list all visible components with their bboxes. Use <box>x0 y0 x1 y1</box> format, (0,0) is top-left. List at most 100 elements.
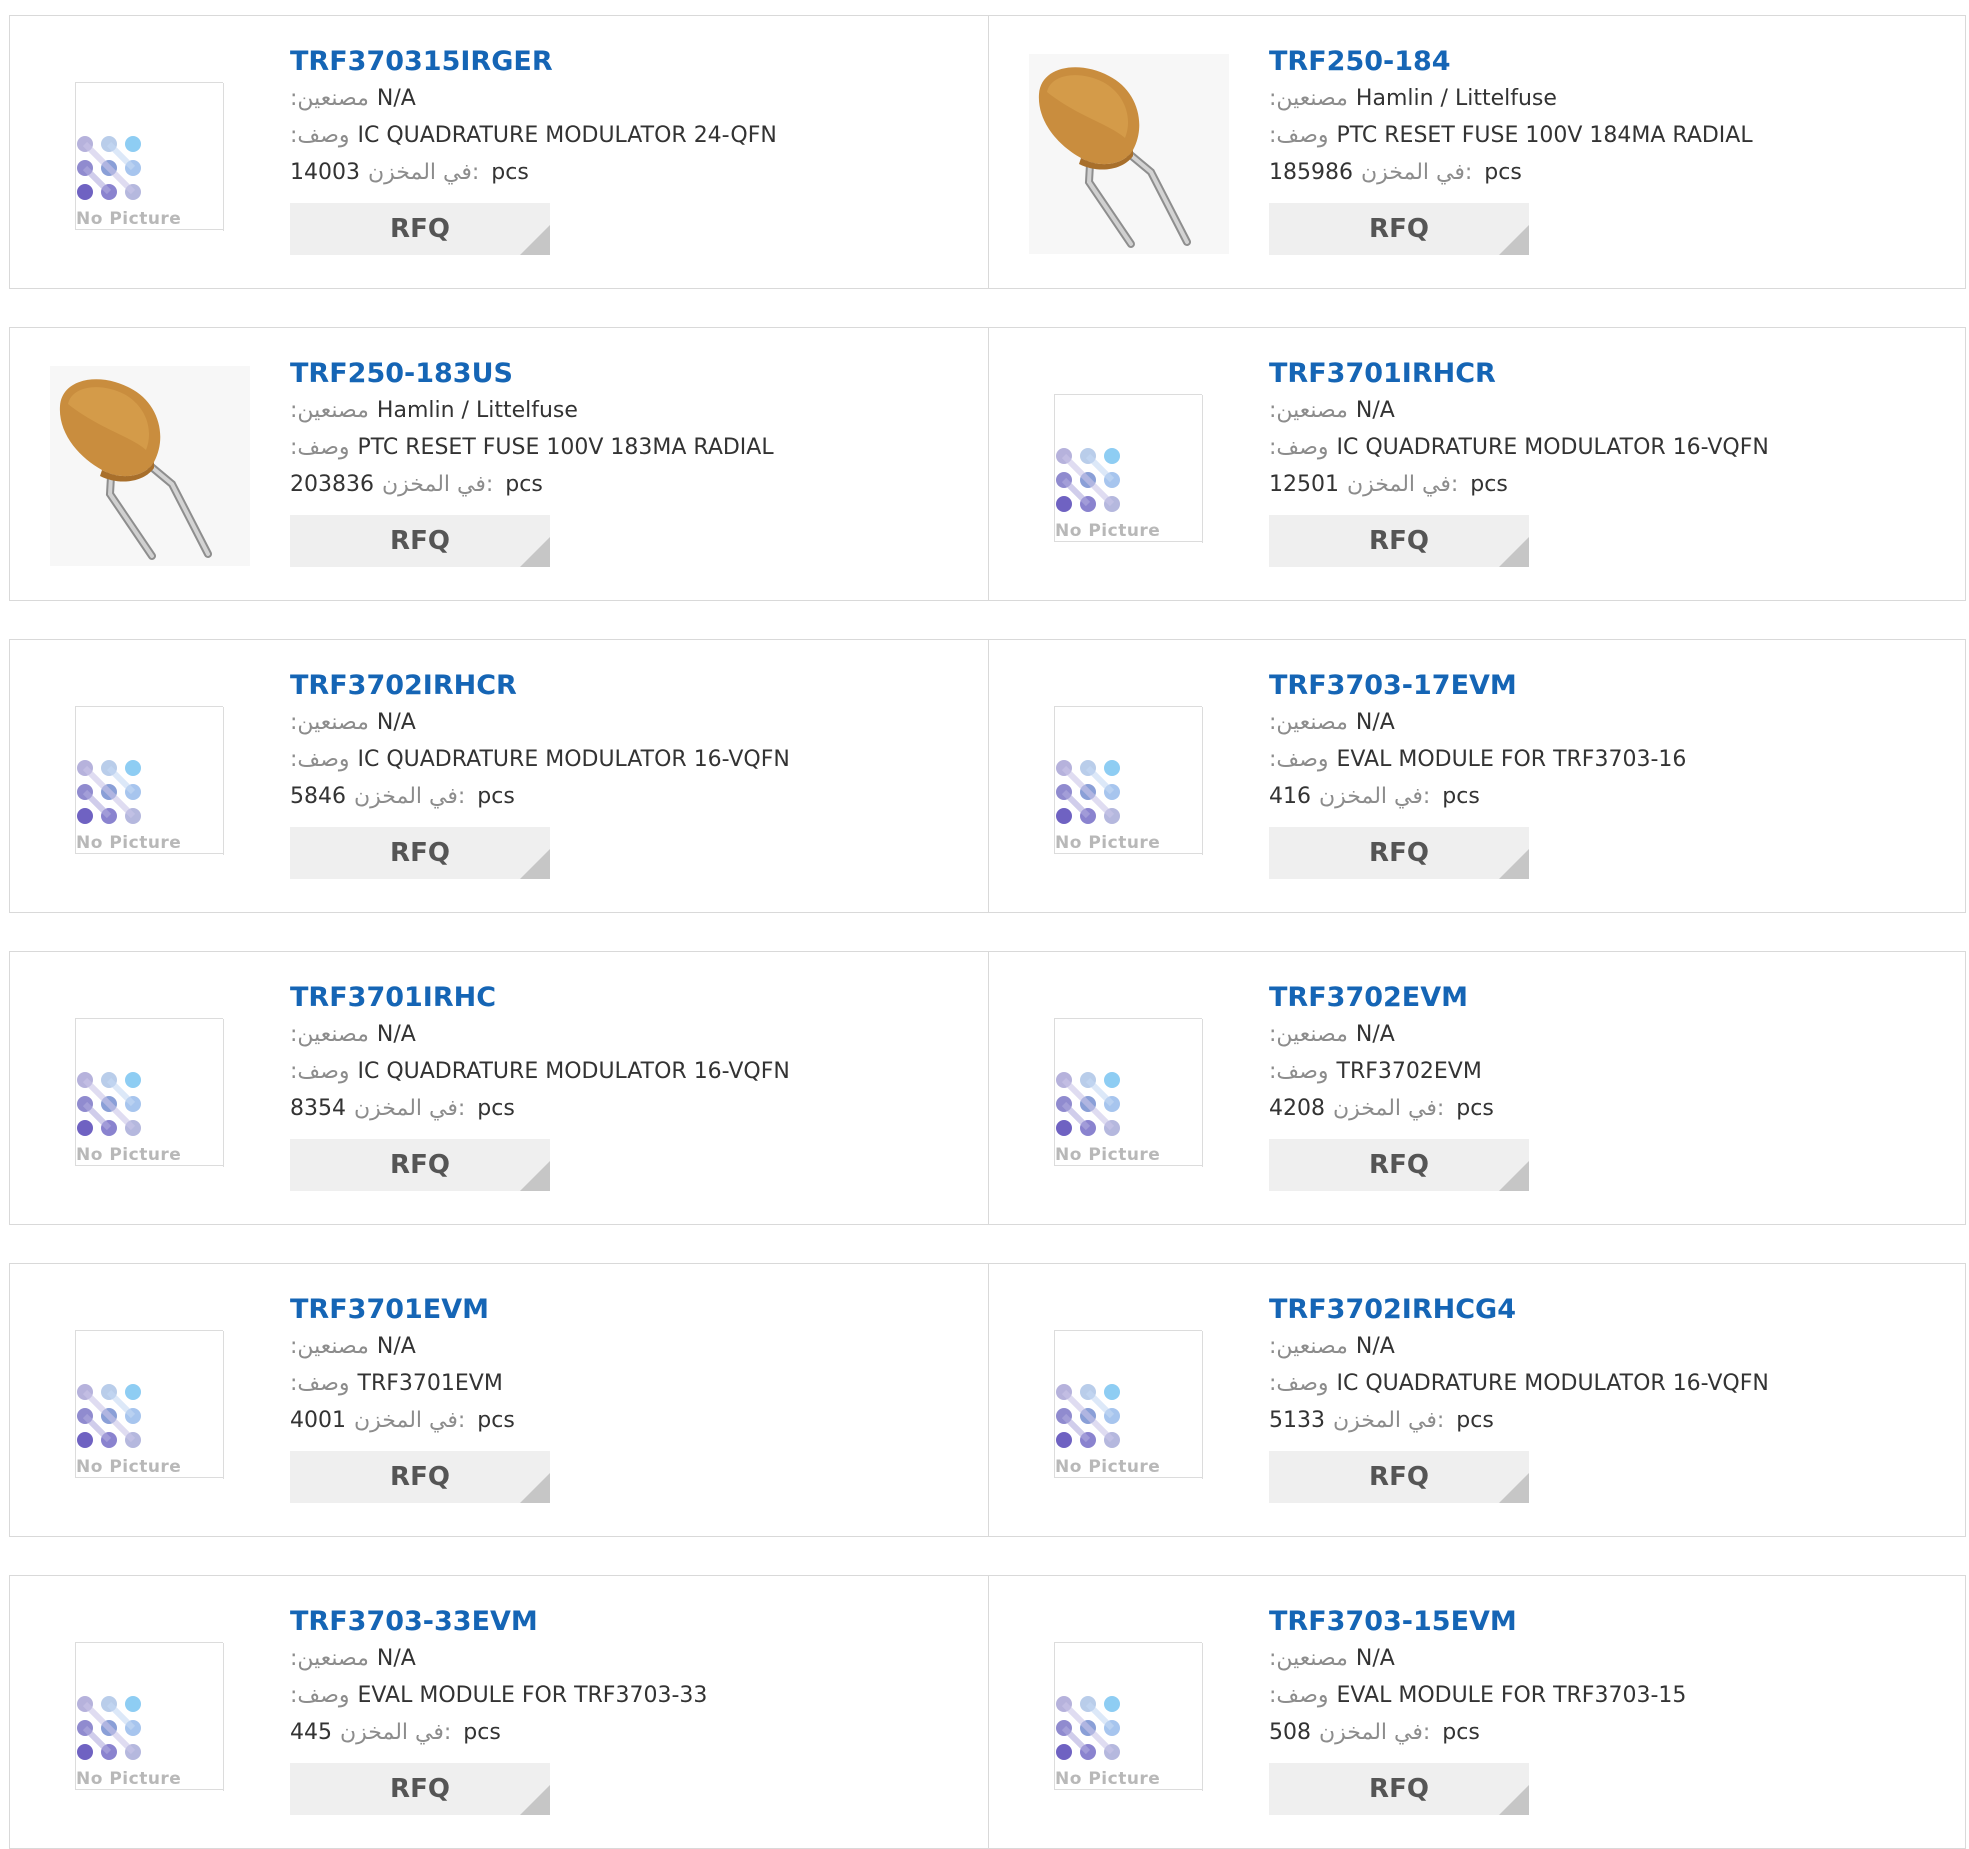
no-picture-logo-icon <box>77 1072 141 1136</box>
description-value: EVAL MODULE FOR TRF3703-15 <box>1336 1683 1687 1708</box>
manufacturer-label: :مصنعين <box>290 86 369 111</box>
no-picture-placeholder: No Picture <box>75 1642 224 1791</box>
rfq-button[interactable]: RFQ <box>290 1451 550 1503</box>
product-title-link[interactable]: TRF3702EVM <box>1269 980 1949 1016</box>
stock-unit: pcs <box>477 784 515 809</box>
manufacturer-label: :مصنعين <box>290 398 369 423</box>
description-label: :وصف <box>1269 1371 1329 1396</box>
description-value: PTC RESET FUSE 100V 183MA RADIAL <box>357 435 774 460</box>
stock-line: 14003:في المخزن pcs <box>290 154 970 191</box>
description-value: IC QUADRATURE MODULATOR 16-VQFN <box>357 1059 790 1084</box>
stock-unit: pcs <box>477 1096 515 1121</box>
product-title-link[interactable]: TRF3703-33EVM <box>290 1604 970 1640</box>
rfq-button[interactable]: RFQ <box>1269 515 1529 567</box>
manufacturer-value: N/A <box>1355 710 1395 735</box>
rfq-button[interactable]: RFQ <box>1269 827 1529 879</box>
product-title-link[interactable]: TRF3702IRHCR <box>290 668 970 704</box>
description-line: :وصف EVAL MODULE FOR TRF3703-16 <box>1269 741 1949 778</box>
no-picture-label: No Picture <box>76 833 188 853</box>
no-picture-placeholder: No Picture <box>1054 706 1203 855</box>
product-row: No Picture TRF3702IRHCR :مصنعين N/A :وصف I… <box>9 639 1966 913</box>
product-info: TRF3703-17EVM :مصنعين N/A :وصف EVAL MODULE… <box>1269 668 1949 879</box>
product-row: No Picture TRF3701IRHC :مصنعين N/A :وصف IC… <box>9 951 1966 1225</box>
no-picture-logo-icon <box>1056 448 1120 512</box>
description-value: EVAL MODULE FOR TRF3703-16 <box>1336 747 1687 772</box>
rfq-button[interactable]: RFQ <box>290 515 550 567</box>
description-line: :وصف IC QUADRATURE MODULATOR 24-QFN <box>290 117 970 154</box>
description-line: :وصف TRF3701EVM <box>290 1365 970 1402</box>
rfq-button[interactable]: RFQ <box>1269 1451 1529 1503</box>
product-title-link[interactable]: TRF3703-15EVM <box>1269 1604 1949 1640</box>
stock-label: :في المخزن <box>1347 472 1459 497</box>
rfq-button[interactable]: RFQ <box>1269 1763 1529 1815</box>
stock-label: :في المخزن <box>354 784 466 809</box>
no-picture-placeholder: No Picture <box>1054 1642 1203 1791</box>
product-info: TRF3701EVM :مصنعين N/A :وصف TRF3701EVM 400… <box>290 1292 970 1503</box>
product-title-link[interactable]: TRF3703-17EVM <box>1269 668 1949 704</box>
product-info: TRF3703-15EVM :مصنعين N/A :وصف EVAL MODULE… <box>1269 1604 1949 1815</box>
stock-unit: pcs <box>1442 784 1480 809</box>
rfq-button[interactable]: RFQ <box>1269 1139 1529 1191</box>
description-line: :وصف EVAL MODULE FOR TRF3703-15 <box>1269 1677 1949 1714</box>
stock-label: :في المخزن <box>368 160 480 185</box>
product-card: No Picture TRF3703-15EVM :مصنعين N/A :وصف… <box>988 1576 1967 1848</box>
description-line: :وصف IC QUADRATURE MODULATOR 16-VQFN <box>290 1053 970 1090</box>
product-card: No Picture TRF3702IRHCR :مصنعين N/A :وصف I… <box>10 640 988 912</box>
no-picture-placeholder: No Picture <box>1054 394 1203 543</box>
description-line: :وصف IC QUADRATURE MODULATOR 16-VQFN <box>290 741 970 778</box>
no-picture-logo-icon <box>77 1696 141 1760</box>
rfq-button[interactable]: RFQ <box>1269 203 1529 255</box>
description-label: :وصف <box>290 435 350 460</box>
stock-label: :في المخزن <box>354 1408 466 1433</box>
product-card: TRF250-183US :مصنعين Hamlin / Littelfuse … <box>10 328 988 600</box>
product-title-link[interactable]: TRF370315IRGER <box>290 44 970 80</box>
manufacturer-value: N/A <box>376 86 416 111</box>
rfq-button[interactable]: RFQ <box>290 827 550 879</box>
manufacturer-label: :مصنعين <box>1269 1334 1348 1359</box>
description-line: :وصف PTC RESET FUSE 100V 184MA RADIAL <box>1269 117 1949 154</box>
description-value: TRF3701EVM <box>357 1371 503 1396</box>
no-picture-label: No Picture <box>1055 1769 1167 1789</box>
product-title-link[interactable]: TRF3701IRHCR <box>1269 356 1949 392</box>
manufacturer-value: N/A <box>376 1646 416 1671</box>
no-picture-label: No Picture <box>1055 521 1167 541</box>
description-label: :وصف <box>1269 123 1329 148</box>
rfq-button[interactable]: RFQ <box>290 203 550 255</box>
stock-unit: pcs <box>463 1720 501 1745</box>
stock-label: :في المخزن <box>1360 160 1473 185</box>
stock-value: 416 <box>1269 784 1311 809</box>
stock-value: 508 <box>1269 1720 1311 1745</box>
manufacturer-value: Hamlin / Littelfuse <box>376 398 578 423</box>
stock-label: :في المخزن <box>1333 1096 1445 1121</box>
product-row: No Picture TRF370315IRGER :مصنعين N/A :وص… <box>9 15 1966 289</box>
no-picture-label: No Picture <box>1055 1145 1167 1165</box>
stock-value: 445 <box>290 1720 332 1745</box>
rfq-button[interactable]: RFQ <box>290 1139 550 1191</box>
manufacturer-value: N/A <box>376 710 416 735</box>
no-picture-label: No Picture <box>76 1769 188 1789</box>
stock-value: 4208 <box>1269 1096 1325 1121</box>
product-title-link[interactable]: TRF3701IRHC <box>290 980 970 1016</box>
manufacturer-line: :مصنعين N/A <box>1269 1328 1949 1365</box>
no-picture-logo-icon <box>77 760 141 824</box>
rfq-button[interactable]: RFQ <box>290 1763 550 1815</box>
stock-line: 203836:في المخزن pcs <box>290 466 970 503</box>
no-picture-logo-icon <box>77 136 141 200</box>
description-label: :وصف <box>1269 1059 1329 1084</box>
no-picture-placeholder: No Picture <box>75 1018 224 1167</box>
product-title-link[interactable]: TRF250-183US <box>290 356 970 392</box>
description-label: :وصف <box>1269 747 1329 772</box>
stock-line: 4001:في المخزن pcs <box>290 1402 970 1439</box>
product-card: TRF250-184 :مصنعين Hamlin / Littelfuse :و… <box>988 16 1967 288</box>
ptc-fuse-image <box>50 366 250 566</box>
product-title-link[interactable]: TRF250-184 <box>1269 44 1949 80</box>
no-picture-placeholder: No Picture <box>75 82 224 231</box>
stock-value: 8354 <box>290 1096 346 1121</box>
no-picture-placeholder: No Picture <box>1054 1330 1203 1479</box>
product-title-link[interactable]: TRF3702IRHCG4 <box>1269 1292 1949 1328</box>
manufacturer-line: :مصنعين Hamlin / Littelfuse <box>290 392 970 429</box>
product-title-link[interactable]: TRF3701EVM <box>290 1292 970 1328</box>
manufacturer-label: :مصنعين <box>1269 1022 1348 1047</box>
no-picture-label: No Picture <box>1055 833 1167 853</box>
product-info: TRF250-183US :مصنعين Hamlin / Littelfuse … <box>290 356 970 567</box>
